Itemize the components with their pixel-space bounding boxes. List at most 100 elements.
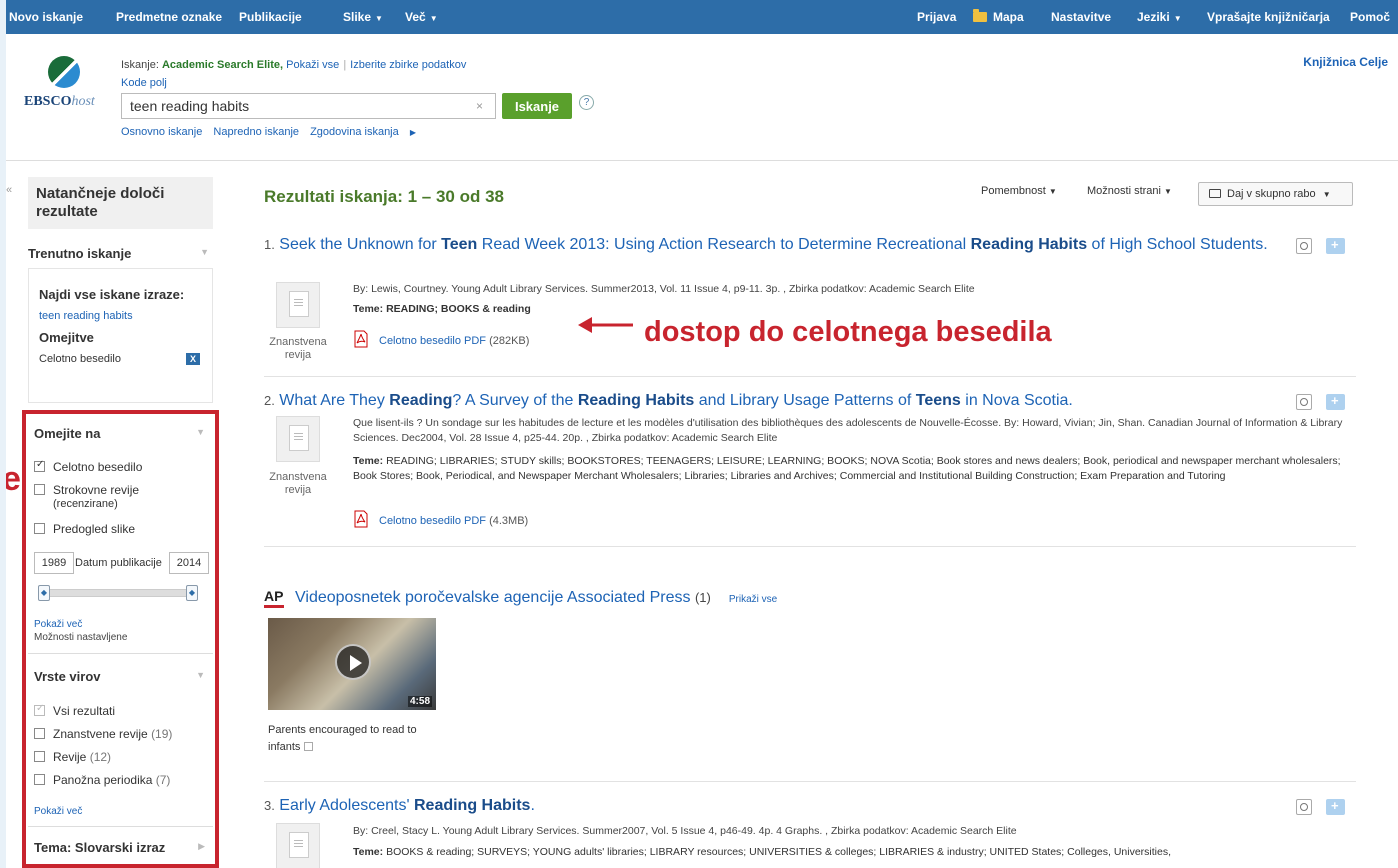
preview-icon[interactable] xyxy=(1296,238,1312,254)
document-type-label: Znanstvena revija xyxy=(269,336,327,361)
title-text: What Are They xyxy=(279,392,390,409)
ebsco-logo[interactable]: EBSCOhost xyxy=(24,56,104,116)
nav-images[interactable]: Slike ▼ xyxy=(343,0,383,34)
subject-header[interactable]: Tema: Slovarski izraz ▶ xyxy=(34,840,209,855)
filter-peer-reviewed[interactable]: Strokovne revije xyxy=(34,483,139,497)
result-meta-1: By: Lewis, Courtney. Young Adult Library… xyxy=(353,283,975,295)
nav-help[interactable]: Pomoč xyxy=(1350,0,1390,34)
filter-label: Strokovne revije xyxy=(53,483,140,497)
date-slider-track[interactable] xyxy=(43,589,196,597)
nav-sign-in[interactable]: Prijava xyxy=(917,0,956,34)
filter-image-preview[interactable]: Predogled slike xyxy=(34,522,135,536)
result-title-1[interactable]: 1. Seek the Unknown for Teen Read Week 2… xyxy=(264,234,1284,255)
document-icon[interactable] xyxy=(276,416,320,462)
share-button[interactable]: Daj v skupno rabo ▼ xyxy=(1198,182,1353,206)
preview-icon[interactable] xyxy=(1296,394,1312,410)
show-more-sources-link[interactable]: Pokaži več xyxy=(34,806,82,817)
nav-new-search[interactable]: Novo iskanje xyxy=(9,0,83,34)
clear-search-icon[interactable]: × xyxy=(476,99,483,113)
current-search-header[interactable]: Trenutno iskanje ▼ xyxy=(28,246,213,261)
help-icon[interactable]: ? xyxy=(579,95,594,110)
checkbox-full-text[interactable] xyxy=(34,459,45,472)
remove-limiter-icon[interactable]: X xyxy=(186,353,200,365)
nav-preferences[interactable]: Nastavitve xyxy=(1051,0,1111,34)
basic-search-link[interactable]: Osnovno iskanje xyxy=(121,126,202,138)
date-slider-handle-left[interactable]: ◆ xyxy=(38,585,50,601)
relevance-sort[interactable]: Pomembnost ▼ xyxy=(981,185,1057,197)
result-divider xyxy=(264,546,1356,547)
source-trade-publications[interactable]: Panožna periodika (7) xyxy=(34,773,170,787)
date-to-input[interactable]: 2014 xyxy=(169,552,209,574)
separator: | xyxy=(343,59,347,71)
video-section-title[interactable]: Videoposnetek poročevalske agencije Asso… xyxy=(295,589,777,607)
current-search-term[interactable]: teen reading habits xyxy=(39,310,202,322)
nav-publications[interactable]: Publikacije xyxy=(239,0,302,34)
field-codes-link[interactable]: Kode polj xyxy=(121,77,167,89)
video-caption-text: Parents encouraged to read to infants xyxy=(268,724,417,753)
video-title-text: Videoposnetek poročevalske agencije Asso… xyxy=(295,589,691,606)
pdf-icon xyxy=(354,330,368,348)
preview-icon[interactable] xyxy=(304,742,314,751)
sidebar-divider xyxy=(28,826,213,827)
choose-databases-link[interactable]: Izberite zbirke podatkov xyxy=(350,59,466,71)
nav-languages[interactable]: Jeziki ▼ xyxy=(1137,0,1182,34)
app-frame: Novo iskanje Predmetne oznake Publikacij… xyxy=(6,0,1398,868)
nav-images-label: Slike xyxy=(343,10,372,24)
title-text: in Nova Scotia. xyxy=(960,392,1073,409)
search-input[interactable] xyxy=(121,93,496,119)
filter-label: Predogled slike xyxy=(53,522,136,536)
collapse-sidebar-icon[interactable]: « xyxy=(6,184,12,196)
nav-more-label: Več xyxy=(405,10,426,24)
filter-count: (12) xyxy=(89,750,112,764)
title-text: of High School Students. xyxy=(1087,236,1268,253)
source-academic-journals[interactable]: Znanstvene revije (19) xyxy=(34,727,172,741)
nav-ask-librarian[interactable]: Vprašajte knjižničarja xyxy=(1207,0,1330,34)
preview-icon[interactable] xyxy=(1296,799,1312,815)
show-more-link[interactable]: Pokaži več xyxy=(34,619,82,630)
result-actions-1 xyxy=(1296,236,1356,256)
pdf-full-text-2[interactable]: Celotno besedilo PDF (4.3MB) xyxy=(353,510,528,528)
date-slider-handle-right[interactable]: ◆ xyxy=(186,585,198,601)
advanced-search-link[interactable]: Napredno iskanje xyxy=(213,126,299,138)
title-text: ? A Survey of the xyxy=(452,392,578,409)
nav-more[interactable]: Več ▼ xyxy=(405,0,438,34)
checkbox-magazines[interactable] xyxy=(34,751,45,762)
add-to-folder-icon[interactable] xyxy=(1326,798,1345,815)
play-icon[interactable] xyxy=(335,644,371,680)
search-history-link[interactable]: Zgodovina iskanja ▶ xyxy=(310,126,424,138)
add-to-folder-icon[interactable] xyxy=(1326,237,1345,254)
limit-to-header[interactable]: Omejite na ▼ xyxy=(34,426,209,441)
video-show-all-link[interactable]: Prikaži vse xyxy=(729,594,777,605)
checkbox-image-preview[interactable] xyxy=(34,523,45,534)
filter-full-text[interactable]: Celotno besedilo xyxy=(34,459,142,474)
video-caption[interactable]: Parents encouraged to read to infants xyxy=(268,722,438,756)
source-all-results[interactable]: Vsi rezultati xyxy=(34,703,115,718)
result-title-2[interactable]: 2. What Are They Reading? A Survey of th… xyxy=(264,390,1284,411)
checkbox-trade-publications[interactable] xyxy=(34,774,45,785)
pdf-full-text-1[interactable]: Celotno besedilo PDF (282KB) xyxy=(353,330,529,348)
document-icon[interactable] xyxy=(276,823,320,868)
current-search-panel: Najdi vse iskane izraze: teen reading ha… xyxy=(28,268,213,403)
logo-host: host xyxy=(71,94,95,109)
checkbox-peer-reviewed[interactable] xyxy=(34,484,45,495)
results-title: Rezultati iskanja: 1 – 30 od 38 xyxy=(264,187,504,206)
show-all-databases-link[interactable]: Pokaži vse xyxy=(286,59,339,71)
search-history-label: Zgodovina iskanja xyxy=(310,126,399,138)
add-to-folder-icon[interactable] xyxy=(1326,393,1345,410)
chevron-down-icon: ▼ xyxy=(1048,187,1057,196)
date-from-input[interactable]: 1989 xyxy=(34,552,74,574)
filter-peer-reviewed-sub: (recenzirane) xyxy=(53,498,118,510)
search-button[interactable]: Iskanje xyxy=(502,93,572,119)
document-icon[interactable] xyxy=(276,282,320,328)
video-thumbnail[interactable]: 4:58 xyxy=(268,618,436,710)
source-magazines[interactable]: Revije (12) xyxy=(34,750,111,764)
checkbox-academic-journals[interactable] xyxy=(34,728,45,739)
nav-folder[interactable]: Mapa xyxy=(973,0,1024,34)
subjects-label: Teme: xyxy=(353,455,384,467)
result-title-3[interactable]: 3. Early Adolescents' Reading Habits. xyxy=(264,795,1284,816)
source-types-header[interactable]: Vrste virov ▼ xyxy=(34,669,209,684)
title-highlight: Reading Habits xyxy=(577,392,695,409)
checkbox-all-results[interactable] xyxy=(34,703,45,716)
page-options[interactable]: Možnosti strani ▼ xyxy=(1087,185,1172,197)
nav-subject-terms[interactable]: Predmetne oznake xyxy=(116,0,222,34)
